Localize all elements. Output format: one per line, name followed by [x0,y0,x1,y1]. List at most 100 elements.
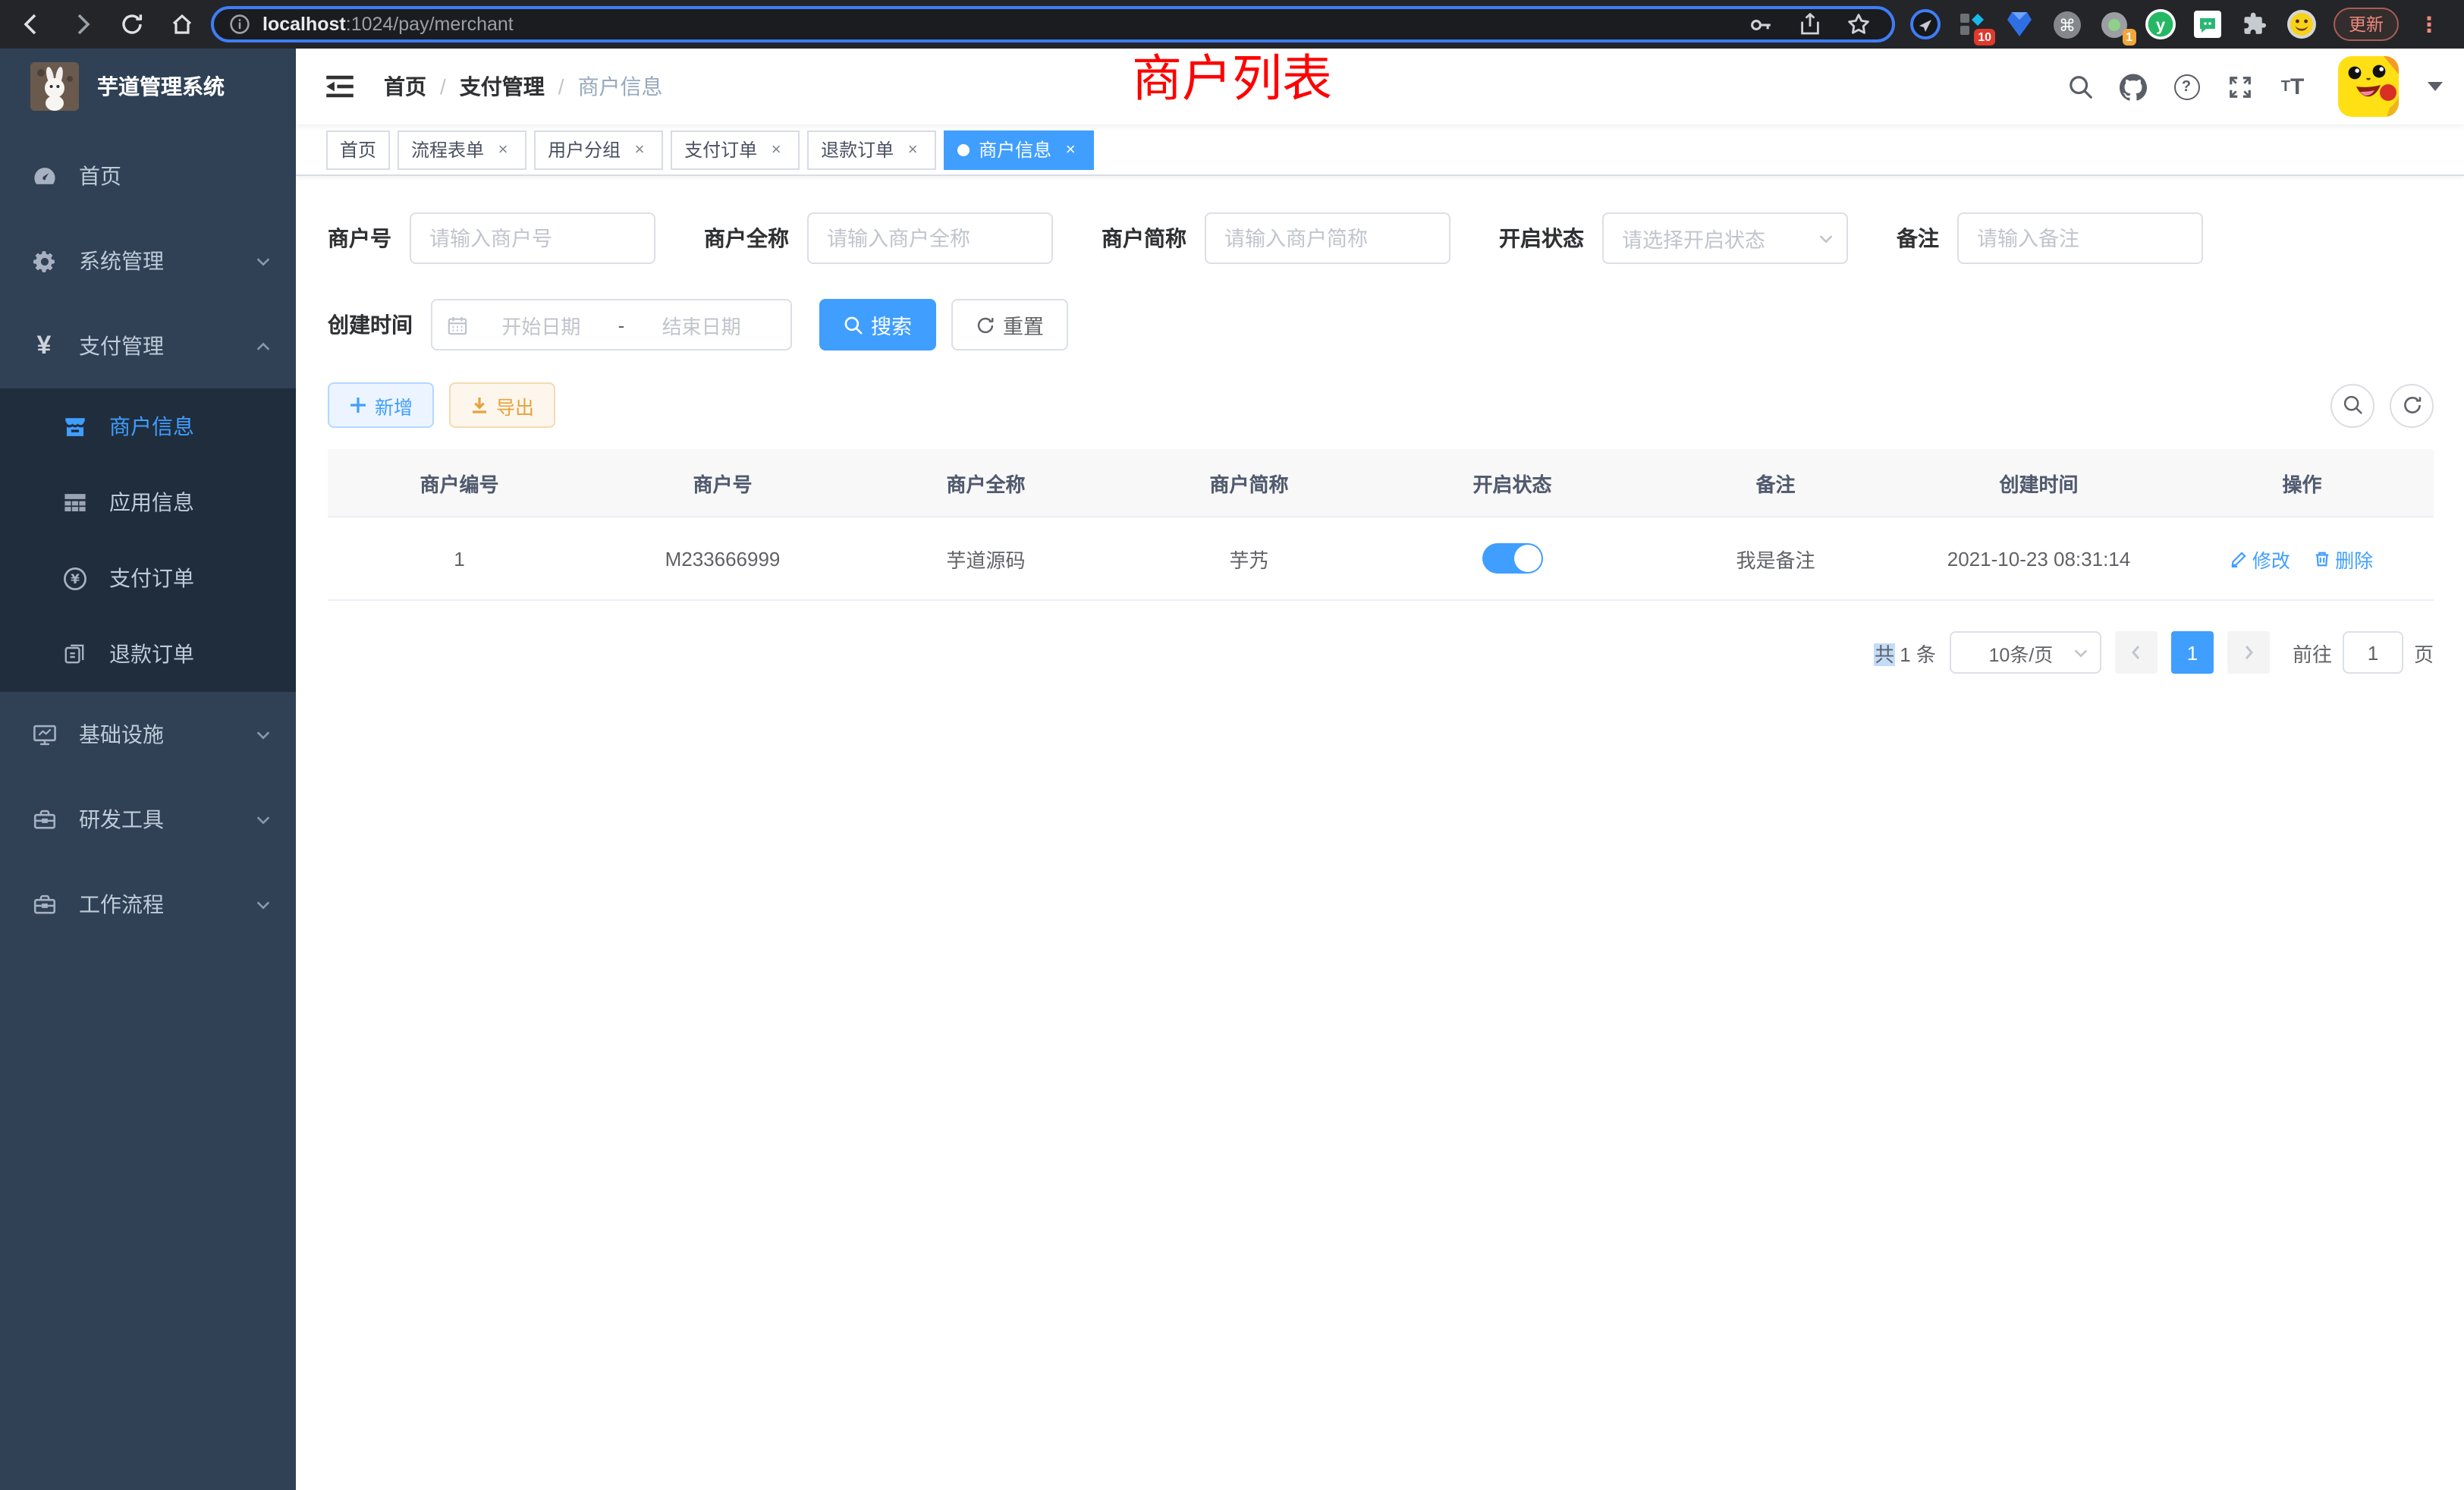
browser-reload-icon[interactable] [118,11,146,38]
extension-tabs-icon[interactable]: 10 [1957,9,1988,39]
extension-chat-icon[interactable] [2192,9,2223,39]
close-icon[interactable]: × [1061,140,1080,159]
refresh-button[interactable] [2390,383,2434,427]
password-key-icon[interactable] [1748,11,1774,37]
create-time-range-picker[interactable]: 开始日期 - 结束日期 [431,299,792,350]
font-size-icon[interactable]: TT [2279,73,2306,100]
table-row: 1 M233666999 芋道源码 芋艿 我是备注 2021-10-23 08:… [328,517,2434,600]
tab-process-form[interactable]: 流程表单× [398,130,526,169]
browser-home-icon[interactable] [168,11,196,38]
remark-input[interactable] [1957,212,2203,264]
goto-page-input[interactable] [2343,631,2403,674]
filter-label: 创建时间 [328,310,413,340]
end-date-placeholder: 结束日期 [627,310,775,339]
edit-button[interactable]: 修改 [2231,544,2290,573]
extension-gem-icon[interactable] [2004,9,2035,39]
tab-user-group[interactable]: 用户分组× [534,130,663,169]
download-icon [470,396,489,414]
toggle-search-button[interactable] [2330,383,2374,427]
dashboard-icon [30,162,58,190]
help-icon[interactable]: ? [2173,73,2200,100]
tab-home[interactable]: 首页 [326,130,390,169]
share-icon[interactable] [1798,12,1822,36]
status-toggle[interactable] [1482,543,1543,574]
close-icon[interactable]: × [903,140,922,159]
fullscreen-icon[interactable] [2226,73,2253,100]
close-icon[interactable]: × [493,140,513,159]
address-bar[interactable]: localhost:1024/pay/merchant [211,6,1895,42]
app-logo[interactable]: 芋道管理系统 [0,49,296,124]
edit-icon [2231,550,2248,567]
site-info-icon[interactable] [229,14,250,35]
tab-pay-order[interactable]: 支付订单× [671,130,800,169]
sidebar-item-infra[interactable]: 基础设施 [0,692,296,777]
sidebar-item-merchant-info[interactable]: 商户信息 [0,388,296,464]
prev-page-button[interactable] [2115,631,2158,674]
avatar[interactable] [2338,56,2399,117]
extension-send-icon[interactable] [1910,9,1941,39]
sidebar-item-dev-tools[interactable]: 研发工具 [0,777,296,862]
merchant-short-input[interactable] [1205,212,1450,264]
cell-merchant-name: 芋道源码 [854,517,1117,600]
sidebar-item-pay-order[interactable]: ¥ 支付订单 [0,540,296,616]
extension-yuque-icon[interactable]: y [2145,9,2176,39]
close-icon[interactable]: × [630,140,649,159]
page-size-select[interactable]: 10条/页 [1950,631,2101,674]
search-icon [844,315,863,335]
page-number-1[interactable]: 1 [2171,631,2214,674]
sidebar-item-home[interactable]: 首页 [0,134,296,218]
col-remark: 备注 [1644,449,1907,517]
table-toolbar: 新增 导出 [328,382,2434,428]
pay-order-icon: ¥ [61,564,88,592]
tab-merchant-info[interactable]: 商户信息× [944,130,1094,169]
browser-forward-icon[interactable] [68,11,96,38]
browser-toolbar: localhost:1024/pay/merchant 10 [0,0,2464,49]
filter-row-2: 创建时间 开始日期 - 结束日期 搜索 重置 [328,299,2434,350]
sidebar-item-app-info[interactable]: 应用信息 [0,464,296,540]
refresh-icon [2401,395,2422,416]
cell-create-time: 2021-10-23 08:31:14 [1907,517,2170,600]
col-merchant-short: 商户简称 [1117,449,1381,517]
chevron-down-icon [255,726,272,743]
status-select[interactable]: 请选择开启状态 [1602,212,1848,264]
merchant-no-input[interactable] [410,212,655,264]
bookmark-star-icon[interactable] [1846,12,1871,36]
github-icon[interactable] [2120,73,2147,100]
table-header-row: 商户编号 商户号 商户全称 商户简称 开启状态 备注 创建时间 操作 [328,449,2434,517]
caret-down-icon[interactable] [2428,81,2443,92]
sidebar-item-system[interactable]: 系统管理 [0,218,296,303]
extension-puzzle-icon[interactable] [2239,9,2270,39]
breadcrumb: 首页 / 支付管理 / 商户信息 [384,71,663,102]
sidebar: 芋道管理系统 首页 系统管理 [0,49,296,1490]
page-suffix: 页 [2414,638,2434,667]
breadcrumb-pay[interactable]: 支付管理 [460,71,545,102]
reset-button[interactable]: 重置 [951,299,1068,350]
sidebar-item-workflow[interactable]: 工作流程 [0,862,296,947]
breadcrumb-home[interactable]: 首页 [384,71,426,102]
close-icon[interactable]: × [766,140,786,159]
goto-label: 前往 [2293,638,2332,667]
tab-refund-order[interactable]: 退款订单× [807,130,936,169]
next-page-button[interactable] [2227,631,2270,674]
browser-menu-icon[interactable]: ⋮ [2418,11,2440,37]
extension-camera-icon[interactable]: 1 [2098,9,2129,39]
chevron-up-icon [255,338,272,354]
search-button[interactable]: 搜索 [819,299,936,350]
export-button[interactable]: 导出 [449,382,555,428]
sidebar-toggle-icon[interactable] [317,74,363,99]
browser-back-icon[interactable] [18,11,46,38]
grid-icon [61,489,88,516]
browser-update-button[interactable]: 更新 [2334,8,2399,41]
add-button[interactable]: 新增 [328,382,434,428]
refund-order-icon [61,640,88,668]
sidebar-item-pay[interactable]: ¥ 支付管理 [0,303,296,388]
delete-button[interactable]: 删除 [2314,544,2373,573]
col-merchant-no: 商户号 [591,449,854,517]
pay-submenu: 商户信息 应用信息 ¥ 支付订单 [0,388,296,692]
toolbox-icon [30,891,58,918]
header-search-icon[interactable] [2066,73,2094,100]
merchant-name-input[interactable] [807,212,1053,264]
extension-emoji-icon[interactable] [2286,9,2317,39]
sidebar-item-refund-order[interactable]: 退款订单 [0,616,296,692]
extension-command-icon[interactable]: ⌘ [2051,9,2082,39]
